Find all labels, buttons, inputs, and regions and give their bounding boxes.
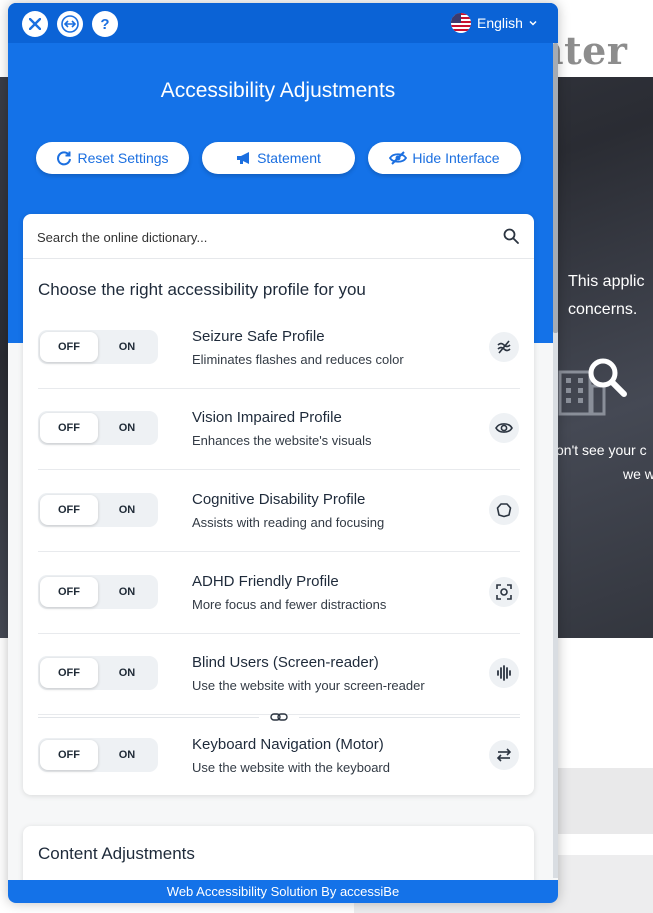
profile-keyboard-navigation: OFF ON Keyboard Navigation (Motor) Use t… [38, 717, 520, 797]
site-block [558, 768, 653, 834]
scrollbar-thumb[interactable] [553, 43, 558, 333]
close-button[interactable] [22, 11, 48, 37]
profile-seizure-safe: OFF ON Seizure Safe Profile Eliminates f… [38, 309, 520, 389]
profile-blind-users: OFF ON Blind Users (Screen-reader) Use t… [38, 635, 520, 715]
statement-button[interactable]: Statement [202, 142, 355, 174]
close-icon [29, 18, 41, 30]
hero-subtext: on't see your c we w [556, 442, 653, 482]
hide-interface-label: Hide Interface [412, 150, 500, 166]
toggle-on[interactable]: ON [98, 577, 156, 607]
profile-toggle[interactable]: OFF ON [38, 411, 158, 445]
profile-toggle[interactable]: OFF ON [38, 493, 158, 527]
profile-description: Eliminates flashes and reduces color [192, 352, 404, 367]
reset-settings-label: Reset Settings [77, 150, 169, 166]
profiles-heading: Choose the right accessibility profile f… [38, 280, 366, 299]
toggle-off[interactable]: OFF [40, 495, 98, 525]
profile-title: Seizure Safe Profile [192, 328, 325, 345]
profile-description: Assists with reading and focusing [192, 515, 385, 530]
toggle-off[interactable]: OFF [40, 413, 98, 443]
move-arrows-icon [61, 15, 79, 33]
eye-slash-icon [389, 151, 408, 165]
seizure-icon [489, 332, 519, 362]
profile-description: Use the website with your screen-reader [192, 678, 425, 693]
megaphone-icon [237, 152, 250, 164]
arrows-icon [489, 740, 519, 770]
hero-text: This applic concerns. [568, 273, 645, 318]
dictionary-search [23, 214, 534, 259]
hero-search-icon [588, 358, 627, 397]
toggle-on[interactable]: ON [98, 413, 156, 443]
profile-adhd-friendly: OFF ON ADHD Friendly Profile More focus … [38, 554, 520, 634]
search-icon[interactable] [503, 228, 519, 244]
audio-wave-icon [489, 658, 519, 688]
profile-title: Keyboard Navigation (Motor) [192, 736, 384, 753]
chevron-down-icon [529, 20, 537, 26]
panel-topbar: ? English [8, 3, 558, 43]
profile-description: Use the website with the keyboard [192, 760, 390, 775]
question-icon: ? [100, 15, 110, 33]
profile-description: More focus and fewer distractions [192, 597, 387, 612]
help-button[interactable]: ? [92, 11, 118, 37]
profile-title: ADHD Friendly Profile [192, 573, 339, 590]
profile-vision-impaired: OFF ON Vision Impaired Profile Enhances … [38, 390, 520, 470]
profile-toggle[interactable]: OFF ON [38, 656, 158, 690]
profile-title: Cognitive Disability Profile [192, 491, 366, 508]
profile-cognitive-disability: OFF ON Cognitive Disability Profile Assi… [38, 472, 520, 552]
content-adjustments-heading: Content Adjustments [38, 844, 195, 863]
us-flag-icon [451, 13, 471, 33]
toggle-off[interactable]: OFF [40, 740, 98, 770]
brain-icon [489, 495, 519, 525]
panel-footer-link[interactable]: Web Accessibility Solution By accessiBe [8, 880, 558, 903]
toggle-on[interactable]: ON [98, 495, 156, 525]
toggle-off[interactable]: OFF [40, 332, 98, 362]
profile-title: Vision Impaired Profile [192, 409, 342, 426]
statement-label: Statement [257, 150, 321, 166]
accessibility-panel: ? English Accessibility Adjustments Rese… [8, 3, 558, 903]
dictionary-search-input[interactable] [37, 226, 477, 248]
panel-scrollbar[interactable] [553, 43, 558, 878]
profile-toggle[interactable]: OFF ON [38, 575, 158, 609]
profile-toggle[interactable]: OFF ON [38, 330, 158, 364]
hide-interface-button[interactable]: Hide Interface [368, 142, 521, 174]
panel-title: Accessibility Adjustments [160, 79, 396, 102]
profile-toggle[interactable]: OFF ON [38, 738, 158, 772]
toggle-on[interactable]: ON [98, 740, 156, 770]
toggle-on[interactable]: ON [98, 658, 156, 688]
reset-settings-button[interactable]: Reset Settings [36, 142, 189, 174]
eye-icon [489, 413, 519, 443]
profile-description: Enhances the website's visuals [192, 433, 372, 448]
toggle-off[interactable]: OFF [40, 577, 98, 607]
toggle-off[interactable]: OFF [40, 658, 98, 688]
refresh-icon [57, 151, 72, 166]
focus-icon [489, 577, 519, 607]
language-label: English [477, 15, 523, 31]
profile-title: Blind Users (Screen-reader) [192, 654, 379, 671]
toggle-on[interactable]: ON [98, 332, 156, 362]
move-panel-button[interactable] [57, 11, 83, 37]
profiles-card: Choose the right accessibility profile f… [23, 214, 534, 795]
language-selector[interactable]: English [451, 12, 539, 34]
